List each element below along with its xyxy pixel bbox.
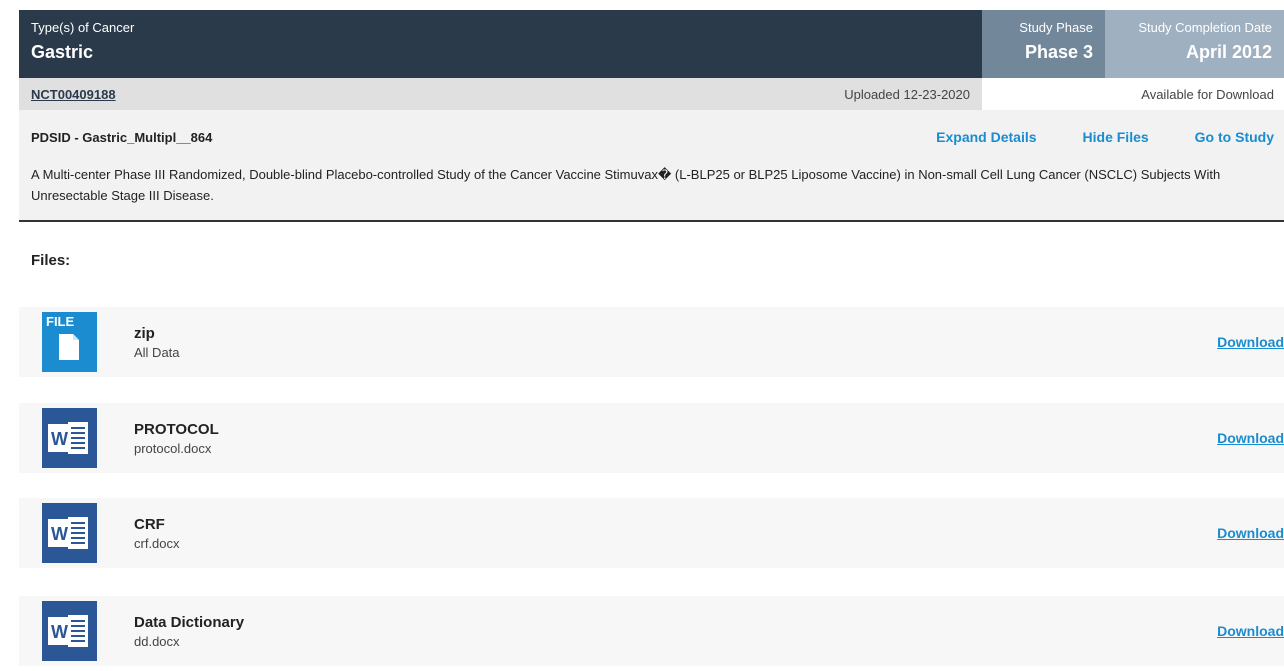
file-text: Data Dictionary dd.docx (134, 613, 244, 650)
study-details: PDSID - Gastric_Multipl__864 Expand Deta… (19, 110, 1284, 222)
go-to-study-link[interactable]: Go to Study (1195, 129, 1274, 145)
file-subtitle: dd.docx (134, 633, 180, 649)
word-icon-text: W (51, 622, 68, 642)
word-doc-icon: W (42, 408, 97, 468)
study-phase-value: Phase 3 (1024, 42, 1093, 62)
file-title: PROTOCOL (134, 420, 219, 438)
availability-status: Available for Download (1141, 86, 1274, 102)
file-text: PROTOCOL protocol.docx (134, 420, 219, 457)
nct-id-link[interactable]: NCT00409188 (31, 87, 116, 102)
file-row-background (19, 307, 1284, 377)
file-row-crf: W CRF crf.docx Download (19, 498, 1284, 568)
completion-date-value: April 2012 (1185, 42, 1272, 62)
completion-date-block: Study Completion Date April 2012 (1105, 10, 1284, 78)
file-subtitle: crf.docx (134, 535, 180, 551)
file-row-data-dictionary: W Data Dictionary dd.docx Download (19, 596, 1284, 666)
file-icon-text: FILE (46, 314, 74, 329)
study-card: Type(s) of Cancer Gastric Study Phase Ph… (19, 10, 1284, 274)
word-doc-icon: W (42, 503, 97, 563)
details-actions: Expand Details Hide Files Go to Study (936, 129, 1274, 145)
file-subtitle: All Data (134, 344, 180, 360)
download-link[interactable]: Download (1217, 334, 1284, 350)
pdsid-label: PDSID - Gastric_Multipl__864 (31, 129, 213, 145)
study-phase-block: Study Phase Phase 3 (982, 10, 1105, 78)
download-link[interactable]: Download (1217, 623, 1284, 639)
completion-date-label: Study Completion Date (1138, 20, 1272, 35)
file-row-background (19, 498, 1284, 568)
uploaded-date: Uploaded 12-23-2020 (844, 86, 970, 102)
word-doc-icon: W (42, 601, 97, 661)
nct-bar: NCT00409188 Uploaded 12-23-2020 (19, 78, 982, 110)
file-row-protocol: W PROTOCOL protocol.docx Download (19, 403, 1284, 473)
word-icon-text: W (51, 524, 68, 544)
cancer-type-block: Type(s) of Cancer Gastric (19, 10, 982, 78)
cancer-type-value: Gastric (31, 42, 94, 62)
cancer-type-label: Type(s) of Cancer (31, 20, 135, 35)
file-subtitle: protocol.docx (134, 440, 212, 456)
file-title: Data Dictionary (134, 613, 245, 631)
details-top-row: PDSID - Gastric_Multipl__864 Expand Deta… (31, 122, 1274, 152)
hide-files-link[interactable]: Hide Files (1083, 129, 1149, 145)
study-header: Type(s) of Cancer Gastric Study Phase Ph… (19, 10, 1284, 78)
file-title: CRF (134, 515, 165, 533)
download-link[interactable]: Download (1217, 430, 1284, 446)
file-text: zip All Data (134, 324, 180, 361)
generic-file-icon: FILE (42, 312, 97, 372)
download-link[interactable]: Download (1217, 525, 1284, 541)
file-title: zip (134, 324, 155, 342)
file-row-zip: FILE zip All Data Download (19, 307, 1284, 377)
files-heading: Files: (31, 252, 71, 269)
nct-row: NCT00409188 Uploaded 12-23-2020 Availabl… (19, 78, 1284, 110)
study-description: A Multi-center Phase III Randomized, Dou… (31, 167, 1221, 203)
study-phase-label: Study Phase (1019, 20, 1093, 35)
file-text: CRF crf.docx (134, 515, 180, 552)
expand-details-link[interactable]: Expand Details (936, 129, 1036, 145)
word-icon-text: W (51, 429, 68, 449)
